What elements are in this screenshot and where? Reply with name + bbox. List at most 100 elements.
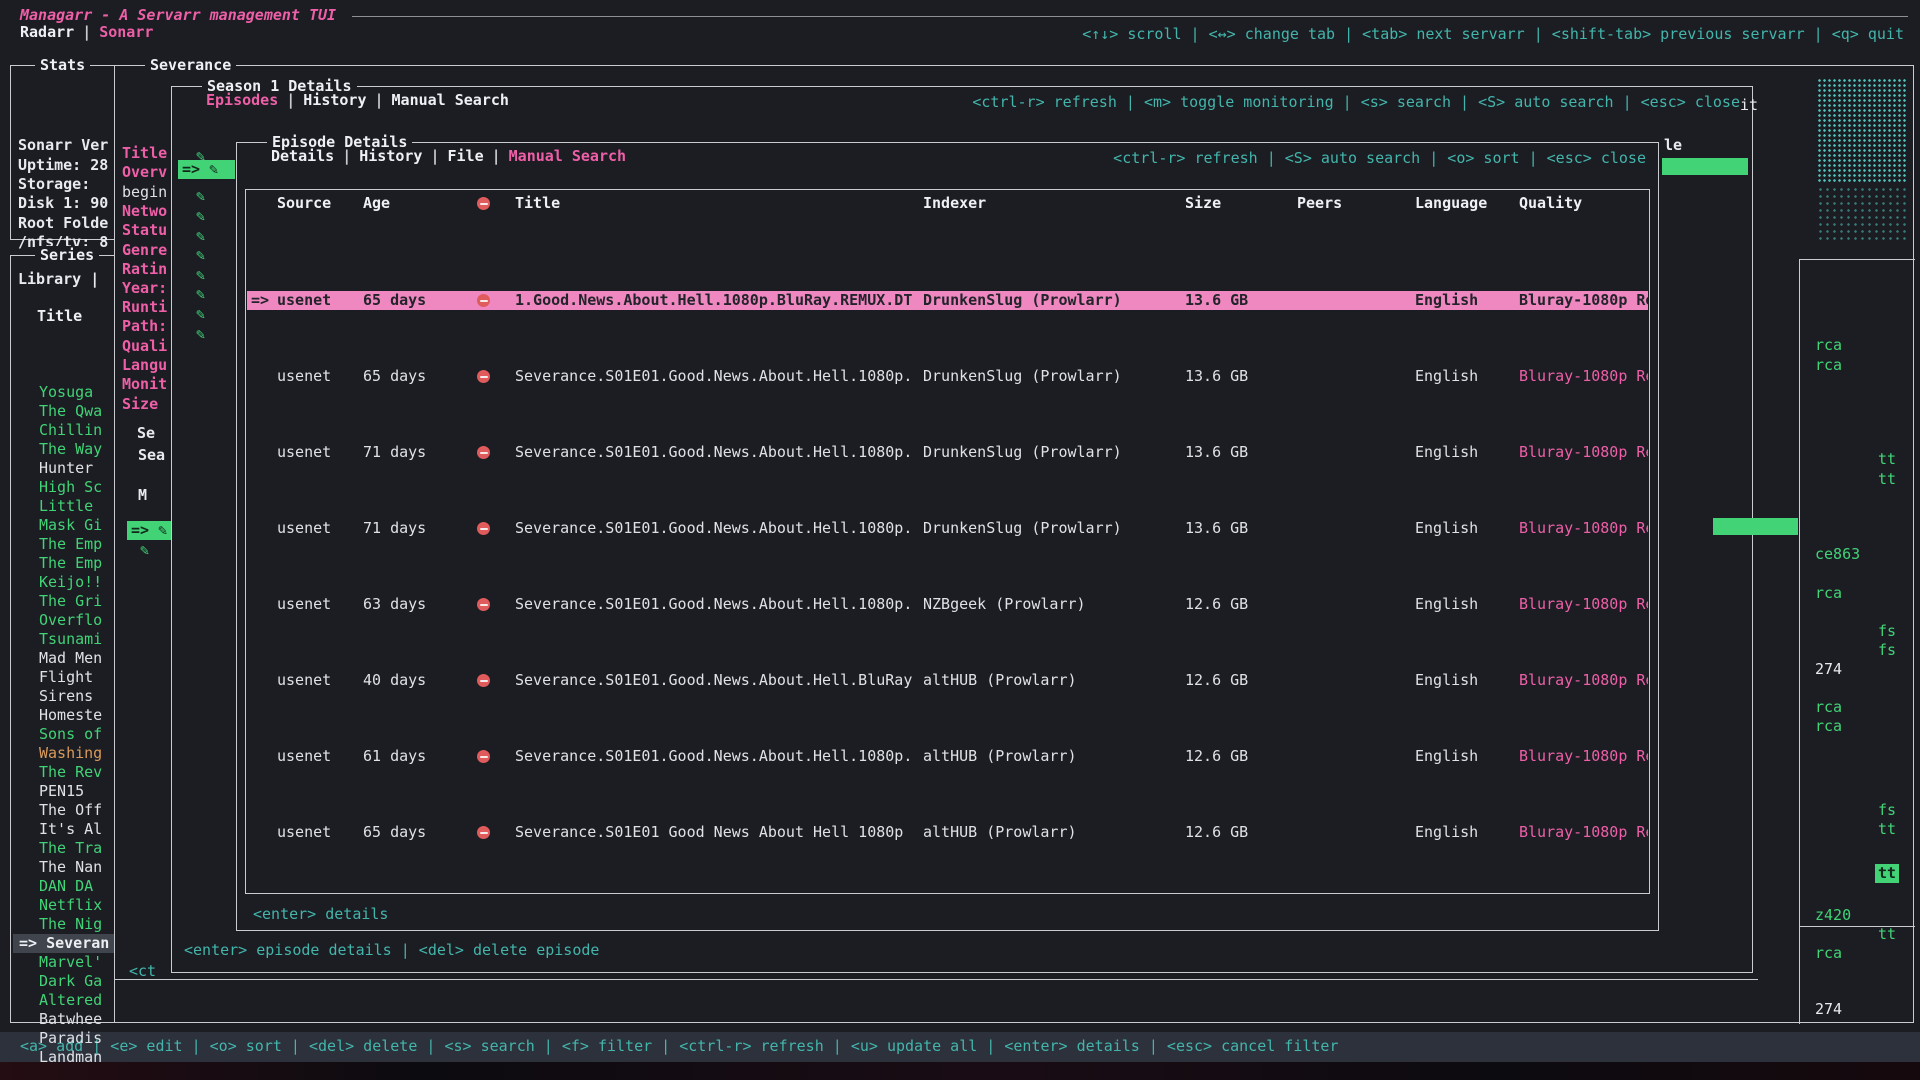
- managarr-screen: Managarr - A Servarr management TUI Rada…: [0, 0, 1920, 1080]
- stats-line: Sonarr Ver: [18, 136, 108, 155]
- series-detail-field-label: Quali: [122, 337, 167, 356]
- cell-title: Severance.S01E01.Good.News.About.Hell.10…: [515, 519, 923, 538]
- tab-separator: |: [82, 23, 91, 42]
- cell-quality: Bluray-1080p Re: [1519, 519, 1648, 538]
- cell-size: 12.6 GB: [1185, 747, 1297, 766]
- cell-rejected: [463, 674, 515, 687]
- release-row[interactable]: usenet 63 days Severance.S01E01.Good.New…: [247, 595, 1648, 614]
- cell-size: 12.6 GB: [1185, 823, 1297, 842]
- col-indexer: Indexer: [923, 194, 1185, 213]
- cell-indexer: DrunkenSlug (Prowlarr): [923, 443, 1185, 462]
- episode-details-tab[interactable]: File: [448, 147, 484, 166]
- series-detail-field-label: begin: [122, 183, 167, 202]
- stats-line: Uptime: 28: [18, 156, 108, 175]
- cell-age: 65 days: [363, 367, 463, 386]
- cell-language: English: [1415, 519, 1519, 538]
- col-language: Language: [1415, 194, 1519, 213]
- stats-line: Root Folde: [18, 214, 108, 233]
- cell-language: English: [1415, 671, 1519, 690]
- series-detail-field-label: Statu: [122, 221, 167, 240]
- episode-details-tab[interactable]: History: [359, 147, 422, 166]
- season-details-tab[interactable]: Manual Search: [392, 91, 509, 110]
- right-column-divider: [1799, 259, 1800, 1024]
- right-column-mid-line: [1799, 926, 1915, 927]
- cell-source: usenet: [271, 291, 363, 310]
- library-tab[interactable]: Library |: [18, 270, 99, 289]
- series-list-item[interactable]: Landman: [13, 1048, 297, 1067]
- tab-separator: |: [286, 91, 295, 110]
- series-detail-field-label: Title: [122, 144, 167, 163]
- episode-details-bottom-help: <enter> details: [253, 905, 388, 924]
- cell-source: usenet: [271, 747, 363, 766]
- episode-details-tab[interactable]: Manual Search: [509, 147, 626, 166]
- cell-title: Severance.S01E01 Good News About Hell 10…: [515, 823, 923, 842]
- series-detail-field-label: Monit: [122, 375, 167, 394]
- release-row[interactable]: usenet 65 days Severance.S01E01.Good.New…: [247, 367, 1648, 386]
- series-detail-field-label: Overv: [122, 163, 167, 182]
- release-row[interactable]: => usenet 65 days 1.Good.News.About.Hell…: [247, 291, 1648, 310]
- cell-source: usenet: [271, 671, 363, 690]
- episode-details-tabs: Details| History| File| Manual Search|: [271, 147, 626, 166]
- release-row[interactable]: usenet 40 days Severance.S01E01.Good.New…: [247, 671, 1648, 690]
- servarr-tab[interactable]: Sonarr: [99, 23, 153, 42]
- cell-indexer: altHUB (Prowlarr): [923, 747, 1185, 766]
- col-peers: Peers: [1297, 194, 1415, 213]
- cell-title: Severance.S01E01.Good.News.About.Hell.10…: [515, 595, 923, 614]
- cell-rejected: [463, 826, 515, 839]
- cell-size: 12.6 GB: [1185, 671, 1297, 690]
- cell-title: 1.Good.News.About.Hell.1080p.BluRay.REMU…: [515, 291, 923, 310]
- cell-quality: Bluray-1080p Re: [1519, 671, 1648, 690]
- rejected-icon: [477, 674, 490, 687]
- rejected-icon: [477, 197, 490, 210]
- cell-title: Severance.S01E01.Good.News.About.Hell.10…: [515, 443, 923, 462]
- cell-rejected: [463, 370, 515, 383]
- episode-details-overlay: Episode Details Details| History| File| …: [236, 142, 1659, 931]
- cell-size: 13.6 GB: [1185, 291, 1297, 310]
- cell-quality: Bluray-1080p Re: [1519, 291, 1648, 310]
- cell-quality: Bluray-1080p Re: [1519, 747, 1648, 766]
- release-row[interactable]: usenet 65 days Severance.S01E01 Good New…: [247, 823, 1648, 842]
- series-detail-field-label: Netwo: [122, 202, 167, 221]
- cell-source: usenet: [271, 519, 363, 538]
- rejected-icon: [477, 750, 490, 763]
- servarr-tab[interactable]: Radarr: [20, 23, 74, 42]
- stats-line: Disk 1: 90: [18, 194, 108, 213]
- col-age: Age: [363, 194, 463, 213]
- cell-rejected: [463, 446, 515, 459]
- stats-panel-title: Stats: [35, 56, 90, 75]
- cell-language: English: [1415, 443, 1519, 462]
- cell-source: usenet: [271, 443, 363, 462]
- rejected-icon: [477, 826, 490, 839]
- series-list-item[interactable]: Paradis: [13, 1029, 297, 1048]
- season-details-tabs: Episodes| History| Manual Search|: [206, 91, 509, 110]
- library-column-header: Title: [37, 307, 82, 326]
- tab-separator: |: [342, 147, 351, 166]
- series-detail-title: Severance: [145, 56, 236, 75]
- col-quality: Quality: [1519, 194, 1648, 213]
- cell-size: 13.6 GB: [1185, 443, 1297, 462]
- cell-indexer: NZBgeek (Prowlarr): [923, 595, 1185, 614]
- cell-language: English: [1415, 595, 1519, 614]
- right-column-top-line: [1799, 259, 1915, 260]
- release-row[interactable]: usenet 61 days Severance.S01E01.Good.New…: [247, 747, 1648, 766]
- cell-quality: Bluray-1080p Re: [1519, 443, 1648, 462]
- cell-age: 65 days: [363, 823, 463, 842]
- release-row[interactable]: usenet 71 days Severance.S01E01.Good.New…: [247, 519, 1648, 538]
- season-details-tab[interactable]: History: [303, 91, 366, 110]
- cell-quality: Bluray-1080p Re: [1519, 823, 1648, 842]
- cell-age: 71 days: [363, 443, 463, 462]
- series-detail-field-label: Path:: [122, 317, 167, 336]
- cell-quality: Bluray-1080p Re: [1519, 595, 1648, 614]
- release-row[interactable]: usenet 71 days Severance.S01E01.Good.New…: [247, 443, 1648, 462]
- cell-source: usenet: [271, 823, 363, 842]
- cell-size: 13.6 GB: [1185, 519, 1297, 538]
- episode-details-tab[interactable]: Details: [271, 147, 334, 166]
- cell-indexer: DrunkenSlug (Prowlarr): [923, 519, 1185, 538]
- cell-indexer: DrunkenSlug (Prowlarr): [923, 291, 1185, 310]
- cell-source: usenet: [271, 367, 363, 386]
- series-detail-field-label: Ratin: [122, 260, 167, 279]
- season-details-tab[interactable]: Episodes: [206, 91, 278, 110]
- cell-quality: Bluray-1080p Re: [1519, 367, 1648, 386]
- cell-size: 12.6 GB: [1185, 595, 1297, 614]
- cell-rejected: [463, 598, 515, 611]
